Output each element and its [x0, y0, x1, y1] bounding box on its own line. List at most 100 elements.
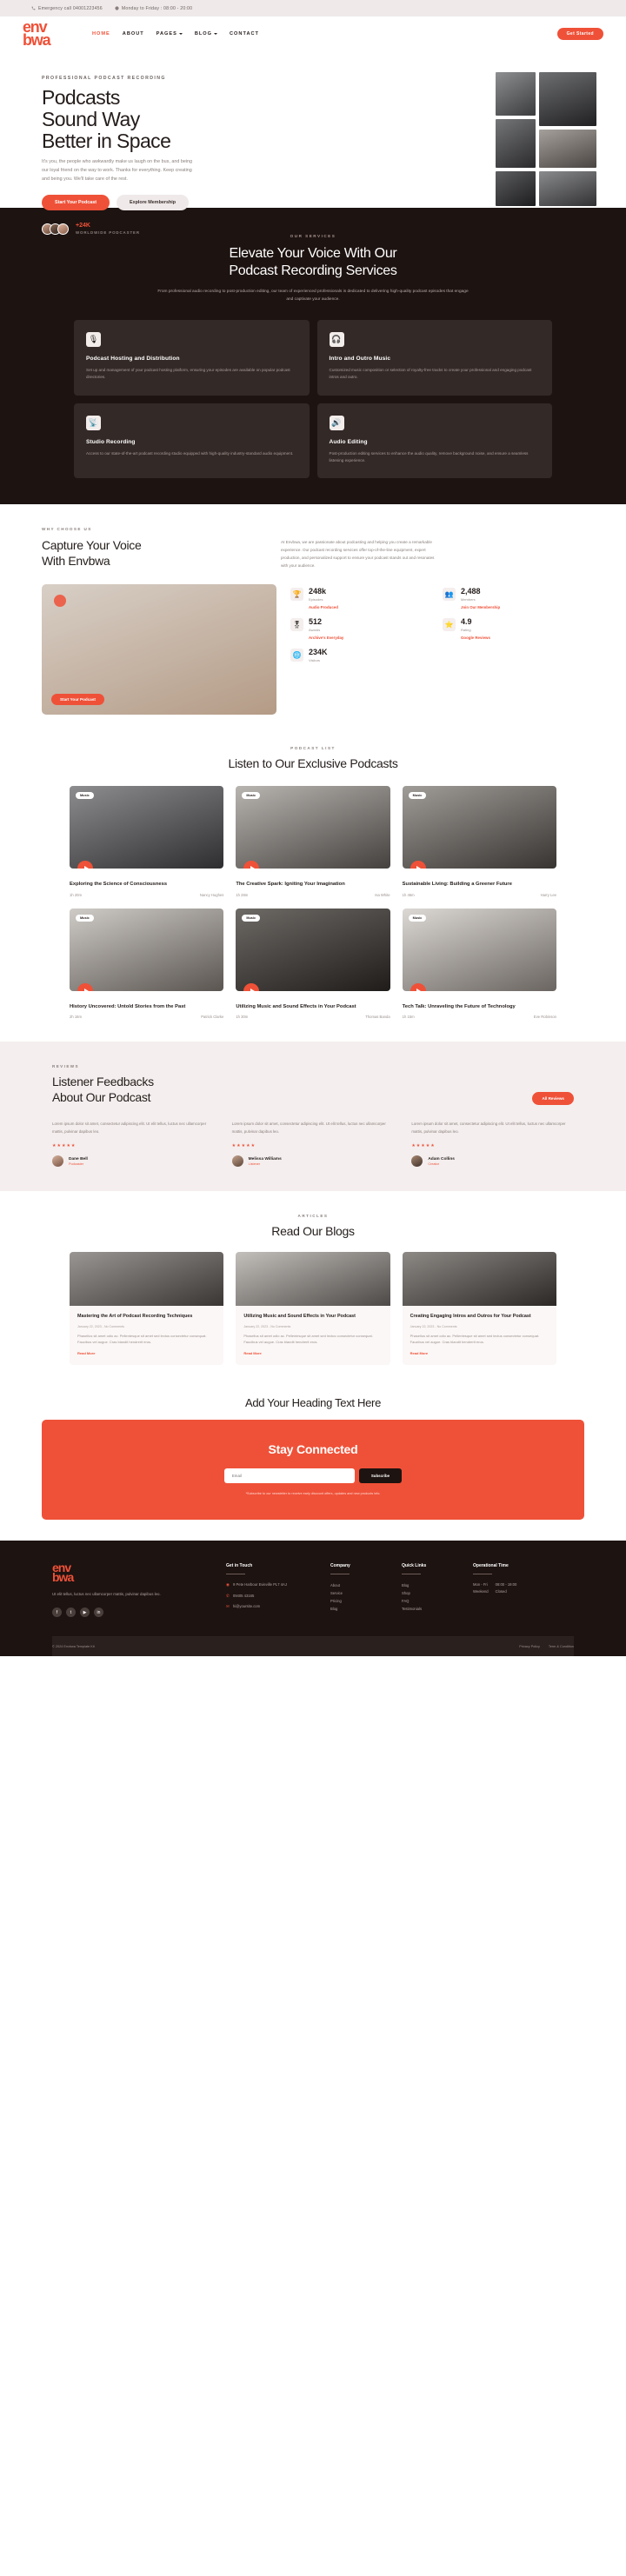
blog-card[interactable]: Creating Engaging Intros and Outros for … [402, 1252, 556, 1365]
nav-item-contact[interactable]: CONTACT [230, 31, 259, 37]
footer-email[interactable]: ✉ hi@yoursite.com [226, 1603, 313, 1610]
stat-item: 🌐 234K Visitors [290, 649, 432, 662]
service-desc: Set up and management of your podcast ho… [86, 367, 290, 380]
service-card[interactable]: 🎙 Podcast Hosting and Distribution Set u… [74, 319, 310, 396]
footer-link[interactable]: FAQ [402, 1597, 456, 1605]
footer-link[interactable]: Service [330, 1589, 384, 1597]
newsletter-form: Subscribe [42, 1468, 584, 1483]
podcast-grid: Music Exploring the Science of Conscious… [70, 786, 556, 1019]
all-reviews-button[interactable]: All Reviews [532, 1092, 574, 1106]
podcast-meta: 1h 20m Nancy Hughes [70, 893, 223, 897]
podcast-author: Patrick Clarke [201, 1015, 224, 1020]
footer-link[interactable]: Shop [402, 1589, 456, 1597]
blog-card[interactable]: Utilizing Music and Sound Effects in You… [236, 1252, 390, 1365]
play-icon[interactable] [77, 861, 93, 869]
footer-link[interactable]: Blog [402, 1581, 456, 1589]
stat-label: Join Our Membership [461, 605, 501, 610]
testimonial-role: Podcaster [69, 1162, 84, 1166]
podcast-card[interactable]: Music Tech Talk: Unraveling the Future o… [402, 908, 556, 1019]
start-podcast-button[interactable]: Start Your Podcast [42, 195, 110, 211]
play-icon[interactable] [243, 861, 260, 869]
operational-day: Mon - Fri [473, 1581, 488, 1587]
podcast-card[interactable]: Music Utilizing Music and Sound Effects … [236, 908, 390, 1019]
read-more-link[interactable]: Read More [77, 1351, 216, 1355]
terms-link[interactable]: Term & Condition [549, 1645, 574, 1648]
privacy-policy-link[interactable]: Privacy Policy [519, 1645, 540, 1648]
footer-address-text: 9 Pete Harbour Evieville PL7 4AJ [233, 1581, 287, 1587]
service-card[interactable]: 📡 Studio Recording Access to our state-o… [74, 403, 310, 479]
capture-eyebrow: WHY CHOOSE US [42, 527, 92, 532]
nav-item-home[interactable]: HOME [92, 31, 110, 37]
blog-body: Utilizing Music and Sound Effects in You… [236, 1306, 390, 1365]
cta-heading: Add Your Heading Text Here [244, 1395, 382, 1409]
podcast-tag: Music [408, 792, 427, 800]
blog-excerpt: Phasellus sit amet odio ac. Pellentesque… [410, 1334, 540, 1345]
testimonial-identity: Dane Bell Podcaster [69, 1157, 88, 1166]
facebook-icon[interactable]: f [52, 1608, 62, 1618]
email-input[interactable] [223, 1468, 355, 1483]
get-started-button[interactable]: Get Started [556, 28, 603, 40]
footer-contact-title: Get in Touch [226, 1562, 253, 1568]
footer-link[interactable]: Testimonials [402, 1605, 456, 1613]
stats-grid: 🏆 248k Episodes Audio Produced 👥 2,488 M… [290, 584, 584, 715]
youtube-icon[interactable]: ▶ [80, 1608, 90, 1618]
avatar [52, 1155, 63, 1168]
footer-phone[interactable]: ✆ 09405 43165 [226, 1593, 313, 1600]
podcast-card[interactable]: Music The Creative Spark: Igniting Your … [236, 786, 390, 897]
testimonial-identity: Melissa Williams Listener [249, 1157, 282, 1166]
footer-link[interactable]: About [330, 1581, 384, 1589]
podcast-title: The Creative Spark: Igniting Your Imagin… [236, 882, 345, 888]
hero-image-grid [496, 72, 596, 206]
explore-membership-button[interactable]: Explore Membership [117, 195, 190, 211]
blog-image [402, 1252, 556, 1307]
nav-item-pages[interactable]: PAGES [156, 31, 183, 37]
hero-social-proof: +24K WORLDWIDE PODCASTER [42, 223, 224, 235]
nav-item-about[interactable]: ABOUT [123, 31, 144, 37]
blog-card[interactable]: Mastering the Art of Podcast Recording T… [70, 1252, 224, 1365]
chevron-down-icon [178, 33, 183, 35]
stat-number: 2,488 [461, 587, 481, 596]
rating-stars-icon: ★★★★★ [231, 1143, 256, 1149]
services-title: Elevate Your Voice With Our Podcast Reco… [0, 245, 626, 280]
capture-title: Capture Your Voice With Envbwa [42, 538, 263, 569]
podcast-tag: Music [242, 792, 261, 800]
footer-logo[interactable]: env bwa [52, 1561, 209, 1583]
podcast-card[interactable]: Music Exploring the Science of Conscious… [70, 786, 224, 897]
read-more-link[interactable]: Read More [243, 1351, 382, 1355]
testimonial-text: Lorem ipsum dolor sit amet, consectetur … [231, 1122, 386, 1134]
audio-wave-icon: 🔊 [329, 415, 344, 430]
topbar-phone[interactable]: Emergency call 04001223456 [31, 6, 103, 11]
service-card[interactable]: 🔊 Audio Editing Post-production editing … [316, 403, 552, 479]
linkedin-icon[interactable]: in [94, 1608, 103, 1618]
blog-image [236, 1252, 390, 1307]
stat-item: 🎖 512 Awards Archive's Everyday [290, 618, 432, 640]
logo[interactable]: env bwa [23, 19, 77, 48]
footer-link[interactable]: Pricing [330, 1597, 384, 1605]
testimonial-card: Lorem ipsum dolor sit amet, consectetur … [411, 1121, 574, 1168]
photo-start-podcast-button[interactable]: Start Your Podcast [51, 694, 104, 706]
twitter-icon[interactable]: t [66, 1608, 76, 1618]
footer-link[interactable]: Blog [330, 1605, 384, 1613]
play-icon[interactable] [243, 982, 260, 991]
podcast-card[interactable]: Music History Uncovered: Untold Stories … [70, 908, 224, 1020]
service-title: Intro and Outro Music [329, 355, 391, 362]
clock-icon [115, 6, 119, 10]
play-icon[interactable] [410, 982, 426, 991]
footer-description: Ut elit tellus, luctus nec ullamcorper m… [52, 1591, 161, 1596]
testimonials-title: Listener Feedbacks About Our Podcast [52, 1075, 154, 1105]
play-icon[interactable] [410, 861, 426, 869]
podcast-duration: 1h 20m [70, 892, 82, 897]
blogs-eyebrow: ARTICLES [297, 1214, 329, 1219]
capture-heading-block: WHY CHOOSE US Capture Your Voice With En… [42, 527, 263, 569]
service-card[interactable]: 🎧 Intro and Outro Music Customized music… [316, 319, 552, 396]
podcast-author: Nancy Hughes [199, 892, 224, 897]
podcast-card[interactable]: Music Sustainable Living: Building a Gre… [402, 786, 556, 897]
services-grid: 🎙 Podcast Hosting and Distribution Set u… [74, 319, 552, 479]
testimonial-identity: Adam Collins Creator [428, 1157, 455, 1166]
footer-phone-text: 09405 43165 [232, 1593, 255, 1598]
nav-item-blog[interactable]: BLOG [195, 31, 218, 37]
play-icon[interactable] [77, 982, 93, 991]
read-more-link[interactable]: Read More [410, 1351, 549, 1355]
topbar-hours-text: Monday to Friday : 08:00 - 20:00 [121, 5, 193, 11]
subscribe-button[interactable]: Subscribe [358, 1468, 403, 1483]
